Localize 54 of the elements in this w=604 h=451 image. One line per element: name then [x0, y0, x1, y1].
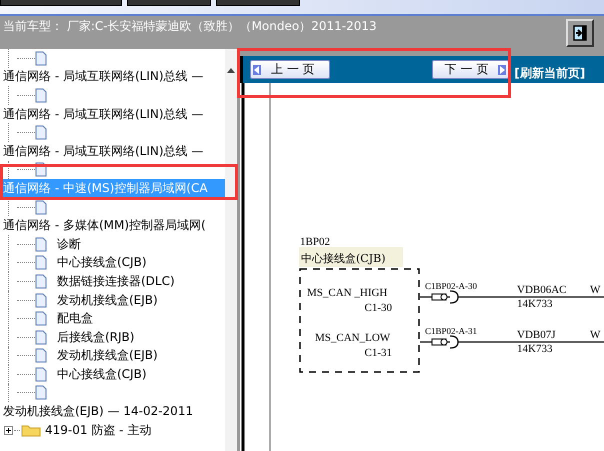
left-arrow-icon: [253, 64, 261, 74]
connector-icon: [432, 335, 459, 349]
tree-item[interactable]: 发动机接线盒(EJB) — 14-02-2011: [0, 402, 227, 421]
document-icon: [35, 385, 47, 400]
document-icon: [35, 88, 47, 103]
scroll-up-icon[interactable]: [227, 67, 235, 73]
harness-code: 14K733: [517, 298, 552, 310]
document-icon: [35, 366, 47, 382]
vehicle-model-label: 当前车型： 厂家:C-长安福特蒙迪欧（致胜）（Mondeo）2011-2013: [3, 18, 377, 35]
tree-item[interactable]: 中心接线盒(CJB): [57, 254, 147, 272]
document-icon: [35, 200, 47, 215]
connector-icon: [432, 290, 459, 304]
document-icon: [35, 348, 47, 364]
previous-page-button[interactable]: 上 一 页: [250, 60, 330, 79]
component-name-label: 中心接线盒(CJB): [299, 247, 403, 267]
tree-item[interactable]: 配电盒: [57, 310, 93, 328]
document-icon: [35, 125, 47, 140]
document-icon: [35, 50, 47, 66]
next-page-button[interactable]: 下 一 页: [432, 60, 510, 79]
tree-item[interactable]: 诊断: [57, 236, 81, 253]
tree-item[interactable]: 419-01 防盗 - 主动: [45, 422, 152, 439]
document-icon: [35, 274, 47, 289]
tree-item[interactable]: 中心接线盒(CJB): [57, 366, 147, 383]
tree-item[interactable]: 发动机接线盒(EJB): [57, 292, 158, 309]
document-icon: [35, 292, 47, 308]
signal-name: MS_CAN_LOW: [315, 332, 390, 344]
exit-button[interactable]: [566, 19, 594, 47]
document-icon: [35, 255, 47, 270]
expand-icon[interactable]: [4, 426, 13, 435]
document-icon: [35, 330, 47, 345]
tree-item[interactable]: 通信网络 - 局域互联网络(LIN)总线 —: [0, 142, 227, 161]
connector-label: C1BP02-A-31: [425, 326, 478, 336]
connector-label: C1BP02-A-30: [425, 281, 478, 291]
document-icon: [35, 236, 47, 252]
folder-icon: [21, 423, 41, 438]
harness-code: 14K733: [517, 343, 552, 355]
tree-item[interactable]: 通信网络 - 局域互联网络(LIN)总线 —: [0, 104, 227, 124]
tree-item[interactable]: 后接线盒(RJB): [57, 328, 134, 346]
right-arrow-icon: [498, 64, 506, 74]
tree-item[interactable]: 通信网络 - 多媒体(MM)控制器局域网(: [0, 216, 227, 235]
tree-item[interactable]: 通信网络 - 局域互联网络(LIN)总线 —: [0, 68, 227, 86]
signal-name: MS_CAN _HIGH: [307, 287, 388, 299]
scrollbar[interactable]: [225, 49, 237, 451]
tree-item[interactable]: 发动机接线盒(EJB): [57, 347, 158, 364]
component-code: 1BP02: [300, 236, 330, 248]
wire-code: VDB07J: [517, 329, 556, 341]
pin-number: C1-30: [364, 302, 392, 314]
document-icon: [35, 311, 47, 326]
next-wire-label: W: [590, 329, 600, 341]
wire-code: VDB06AC: [517, 284, 567, 296]
next-wire-label: W: [590, 284, 600, 296]
refresh-link[interactable]: [刷新当前页]: [514, 65, 586, 82]
tree-item[interactable]: 数据链接连接器(DLC): [57, 272, 175, 290]
pin-number: C1-31: [364, 347, 392, 359]
